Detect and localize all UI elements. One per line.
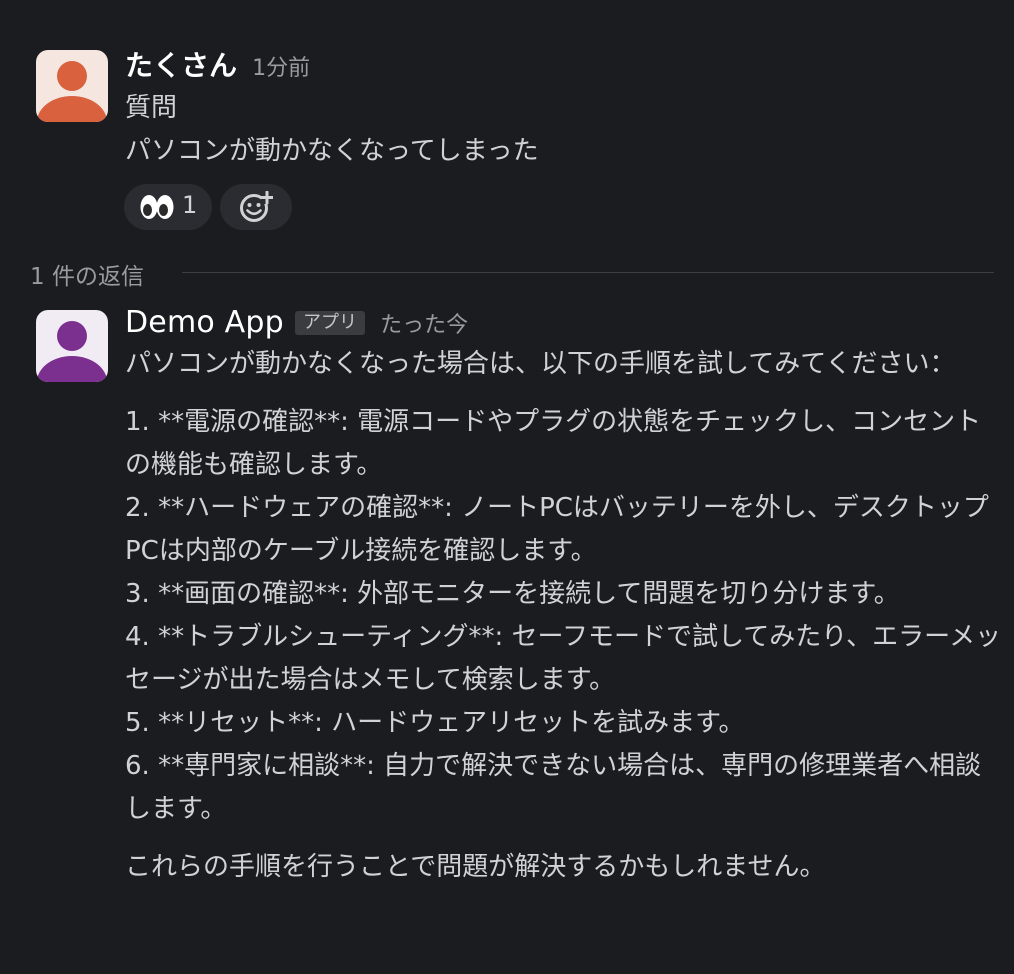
- message-intro: パソコンが動かなくなった場合は、以下の手順を試してみてください：: [125, 349, 956, 379]
- list-item: 4. **トラブルシューティング**: セーフモードで試してみたり、エラーメッセ…: [125, 622, 1002, 695]
- message-header: たくさん 1分前: [125, 44, 310, 84]
- divider-line: [182, 272, 994, 273]
- message-timestamp[interactable]: たった今: [380, 313, 468, 338]
- app-badge: アプリ: [294, 311, 365, 335]
- reaction-count: 1: [182, 191, 198, 219]
- list-item: 2. **ハードウェアの確認**: ノートPCはバッテリーを外し、デスクトップP…: [125, 493, 989, 566]
- list-item: 6. **専門家に相談**: 自力で解決できない場合は、専門の修理業者へ相談しま…: [125, 751, 982, 824]
- list-item: 5. **リセット**: ハードウェアリセットを試みます。: [125, 708, 745, 738]
- author-name[interactable]: たくさん: [125, 49, 237, 82]
- person-icon: [37, 321, 107, 382]
- message-line: 質問: [125, 93, 178, 123]
- message-header: Demo App アプリ たった今: [125, 305, 468, 340]
- list-item: 1. **電源の確認**: 電源コードやプラグの状態をチェックし、コンセントの機…: [125, 407, 982, 480]
- author-name[interactable]: Demo App: [125, 305, 284, 340]
- reply-count-label: 1 件の返信: [30, 264, 144, 290]
- replies-divider: 1 件の返信: [30, 255, 994, 291]
- user-avatar[interactable]: [36, 50, 108, 122]
- eyes-emoji-icon: [140, 195, 174, 219]
- thread-view: たくさん 1分前 質問 パソコンが動かなくなってしまった 1 1 件の返信 De…: [0, 0, 1014, 974]
- message-timestamp[interactable]: 1分前: [252, 56, 310, 81]
- person-icon: [37, 61, 107, 122]
- add-reaction-button[interactable]: [220, 184, 292, 230]
- steps-list: 1. **電源の確認**: 電源コードやプラグの状態をチェックし、コンセントの機…: [125, 401, 1005, 831]
- add-reaction-icon: [240, 191, 273, 222]
- message-line: パソコンが動かなくなってしまった: [125, 136, 539, 166]
- list-item: 3. **画面の確認**: 外部モニターを接続して問題を切り分けます。: [125, 579, 900, 609]
- message-closing: これらの手順を行うことで問題が解決するかもしれません。: [125, 852, 826, 882]
- eyes-reaction-button[interactable]: 1: [124, 184, 212, 230]
- message-body: パソコンが動かなくなった場合は、以下の手順を試してみてください： 1. **電源…: [125, 343, 1005, 889]
- app-avatar[interactable]: [36, 310, 108, 382]
